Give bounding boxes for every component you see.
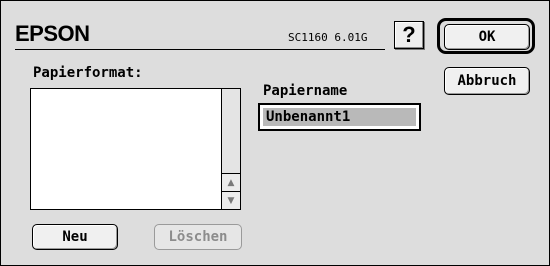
paper-name-label: Papiername <box>263 83 348 99</box>
ok-button[interactable]: OK <box>444 24 530 50</box>
header-divider <box>15 49 385 50</box>
driver-version: SC1160 6.01G <box>288 31 368 44</box>
brand-logo: EPSON <box>15 21 90 46</box>
scroll-up-arrow-icon[interactable]: ▲ <box>222 173 240 191</box>
paper-format-list[interactable] <box>30 88 223 210</box>
paper-name-field-frame <box>258 103 421 131</box>
help-button[interactable]: ? <box>394 21 424 49</box>
scroll-down-arrow-icon[interactable]: ▼ <box>222 191 240 209</box>
paper-name-input[interactable] <box>263 108 416 126</box>
paper-format-label: Papierformat: <box>33 65 143 81</box>
paper-settings-dialog: EPSON SC1160 6.01G ? OK Abbruch Papierfo… <box>0 0 550 266</box>
paper-format-scrollbar[interactable]: ▲ ▼ <box>221 88 241 210</box>
new-button[interactable]: Neu <box>32 224 118 250</box>
delete-button[interactable]: Löschen <box>154 224 242 250</box>
cancel-button[interactable]: Abbruch <box>444 67 530 95</box>
